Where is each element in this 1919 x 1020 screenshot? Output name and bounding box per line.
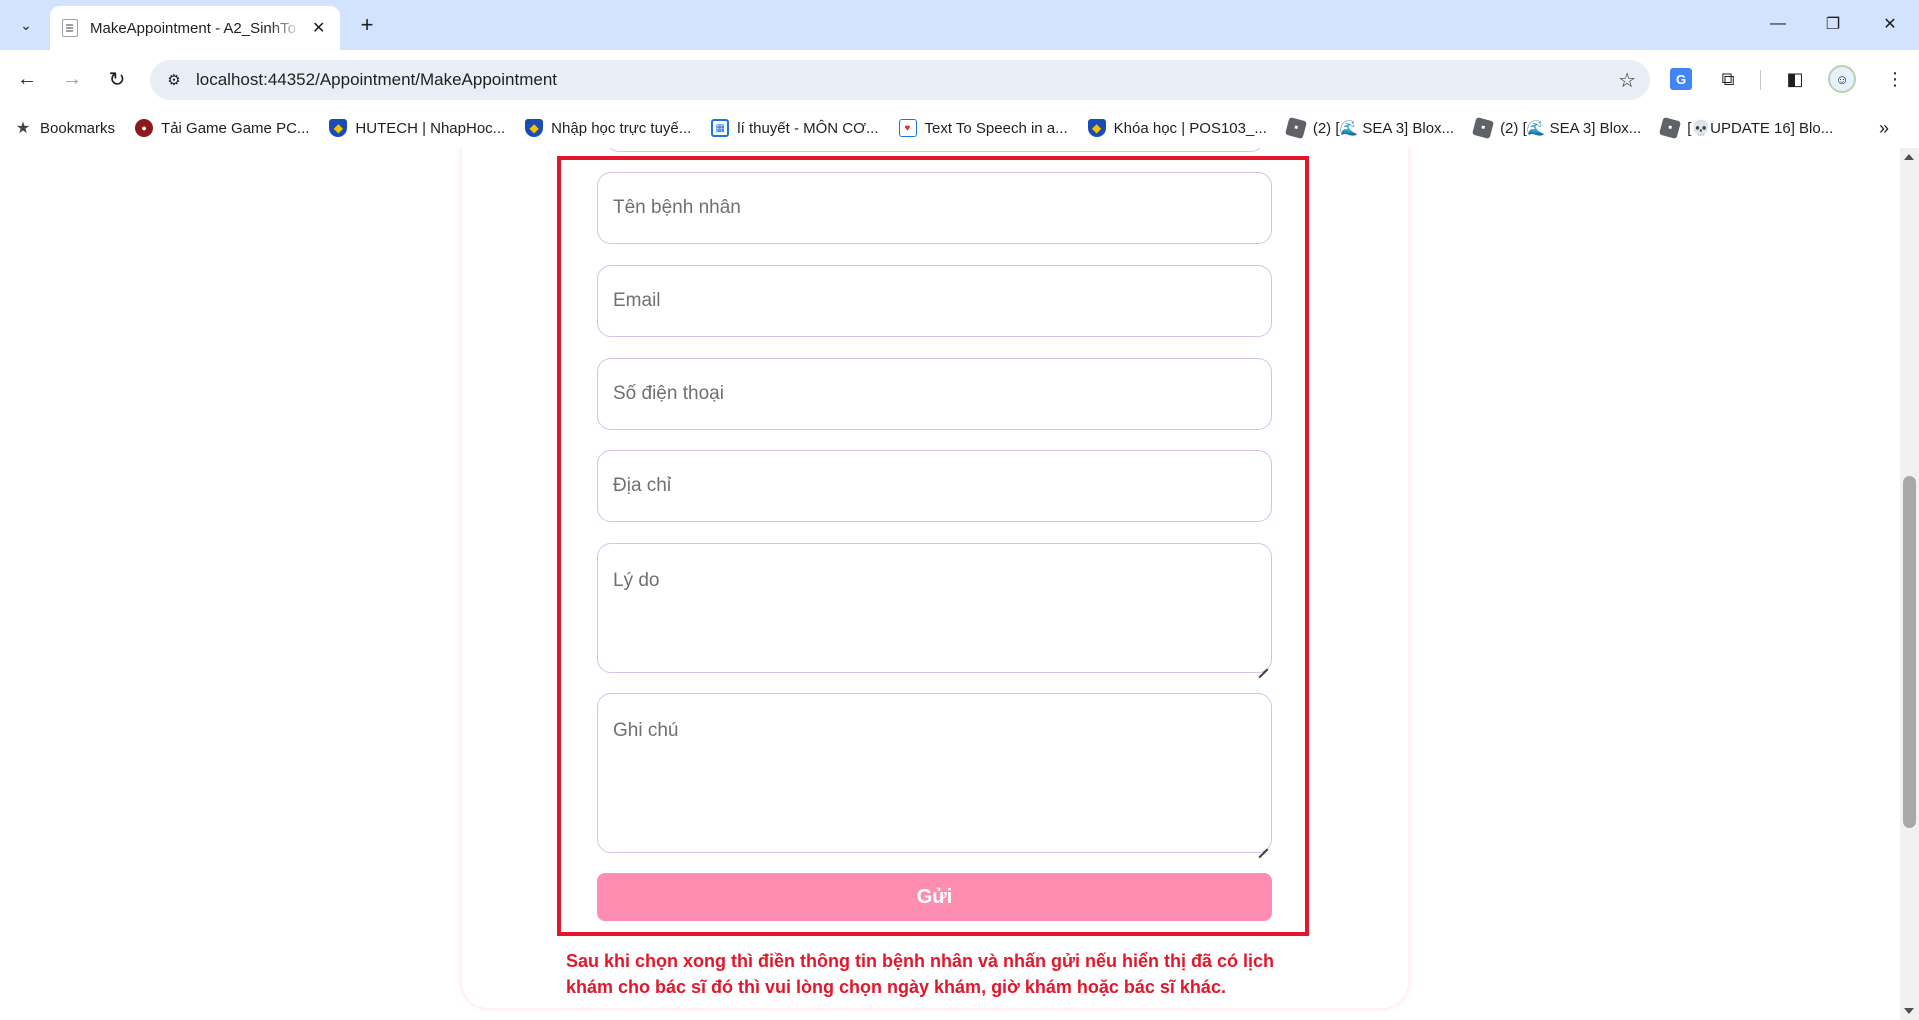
page-scrollbar[interactable] (1900, 148, 1919, 1020)
browser-toolbar: ← → ↻ ⚙ localhost:44352/Appointment/Make… (0, 50, 1919, 108)
page-viewport: Tên bệnh nhân Email Số điện thoại Địa ch… (0, 148, 1900, 1020)
bookmark-item[interactable]: ● Tải Game Game PC... (135, 119, 309, 137)
bookmark-item[interactable]: ◆ Nhập học trực tuyế... (525, 119, 691, 137)
bookmark-item[interactable]: ■ (2) [🌊 SEA 3] Blox... (1284, 116, 1455, 140)
address-bar[interactable]: ⚙ localhost:44352/Appointment/MakeAppoin… (150, 60, 1650, 100)
bookmark-label: (2) [🌊 SEA 3] Blox... (1500, 120, 1642, 137)
shield-icon: ◆ (1087, 119, 1106, 137)
minimize-icon[interactable]: — (1758, 8, 1798, 40)
page-favicon-icon (62, 19, 78, 37)
bookmark-label: Bookmarks (40, 119, 116, 137)
browser-tab[interactable]: MakeAppointment - A2_SinhTo ✕ (50, 6, 340, 50)
tab-title: MakeAppointment - A2_SinhTo (90, 19, 296, 37)
side-panel-icon[interactable]: ◧ (1780, 64, 1810, 94)
window-close-icon[interactable]: ✕ (1870, 8, 1910, 40)
speech-icon: ♥ (898, 119, 917, 137)
bookmark-label: [💀UPDATE 16] Blo... (1687, 120, 1834, 137)
bookmark-item[interactable]: ◆ Khóa học | POS103_... (1087, 119, 1267, 137)
profile-avatar-icon[interactable]: ☺ (1828, 65, 1856, 93)
more-bookmarks-chevron-icon[interactable]: » (1879, 118, 1889, 139)
bookmark-star-icon[interactable]: ☆ (1618, 68, 1636, 93)
bookmark-item[interactable]: ■ (2) [🌊 SEA 3] Blox... (1472, 116, 1642, 140)
star-icon: ★ (15, 120, 31, 137)
scroll-up-arrow-icon[interactable] (1904, 154, 1914, 160)
forward-arrow-icon[interactable]: → (55, 62, 89, 96)
new-tab-plus-icon[interactable]: + (352, 10, 382, 40)
scroll-thumb[interactable] (1903, 476, 1916, 828)
url-text[interactable]: localhost:44352/Appointment/MakeAppointm… (196, 70, 557, 90)
tab-close-icon[interactable]: ✕ (312, 18, 325, 38)
bookmark-label: lí thuyết - MÔN CƠ... (737, 119, 879, 137)
bookmark-label: HUTECH | NhapHoc... (355, 119, 506, 137)
extensions-puzzle-icon[interactable]: ⧉ (1713, 64, 1743, 94)
bookmark-item[interactable]: ▦ lí thuyết - MÔN CƠ... (711, 119, 879, 137)
roblox-icon: ■ (1284, 116, 1307, 140)
translate-icon[interactable]: G (1670, 68, 1692, 90)
bookmark-item[interactable]: ♥ Text To Speech in a... (898, 119, 1068, 137)
toolbar-divider (1760, 70, 1761, 90)
table-icon: ▦ (711, 119, 730, 137)
annotation-highlight-box (557, 156, 1309, 936)
shield-icon: ◆ (525, 119, 544, 137)
back-arrow-icon[interactable]: ← (10, 62, 44, 96)
shield-icon: ◆ (329, 119, 348, 137)
tab-search-chevron-icon[interactable]: ⌄ (10, 10, 42, 40)
reload-icon[interactable]: ↻ (100, 62, 134, 96)
tab-strip: ⌄ MakeAppointment - A2_SinhTo ✕ + — ❐ ✕ (0, 0, 1919, 50)
scroll-down-arrow-icon[interactable] (1904, 1008, 1914, 1014)
bookmark-label: Khóa học | POS103_... (1113, 119, 1267, 137)
restore-icon[interactable]: ❐ (1813, 8, 1853, 40)
menu-kebab-icon[interactable]: ⋮ (1880, 64, 1910, 94)
previous-field-bottom[interactable] (605, 148, 1265, 152)
roblox-icon: ■ (1472, 116, 1495, 140)
annotation-note: Sau khi chọn xong thì điền thông tin bện… (557, 948, 1297, 1000)
bookmarks-bar: ★ Bookmarks ● Tải Game Game PC... ◆ HUTE… (0, 108, 1919, 148)
bookmark-all[interactable]: ★ Bookmarks (14, 119, 116, 138)
bookmark-label: Nhập học trực tuyế... (551, 119, 692, 137)
bookmark-item[interactable]: ■ [💀UPDATE 16] Blo... (1659, 116, 1834, 140)
roblox-icon: ■ (1659, 116, 1682, 140)
bookmark-label: Text To Speech in a... (924, 119, 1068, 137)
game-icon: ● (135, 119, 154, 137)
bookmark-label: (2) [🌊 SEA 3] Blox... (1312, 120, 1455, 137)
bookmark-item[interactable]: ◆ HUTECH | NhapHoc... (329, 119, 505, 137)
site-info-icon[interactable]: ⚙ (154, 60, 194, 100)
bookmark-label: Tải Game Game PC... (161, 119, 310, 137)
